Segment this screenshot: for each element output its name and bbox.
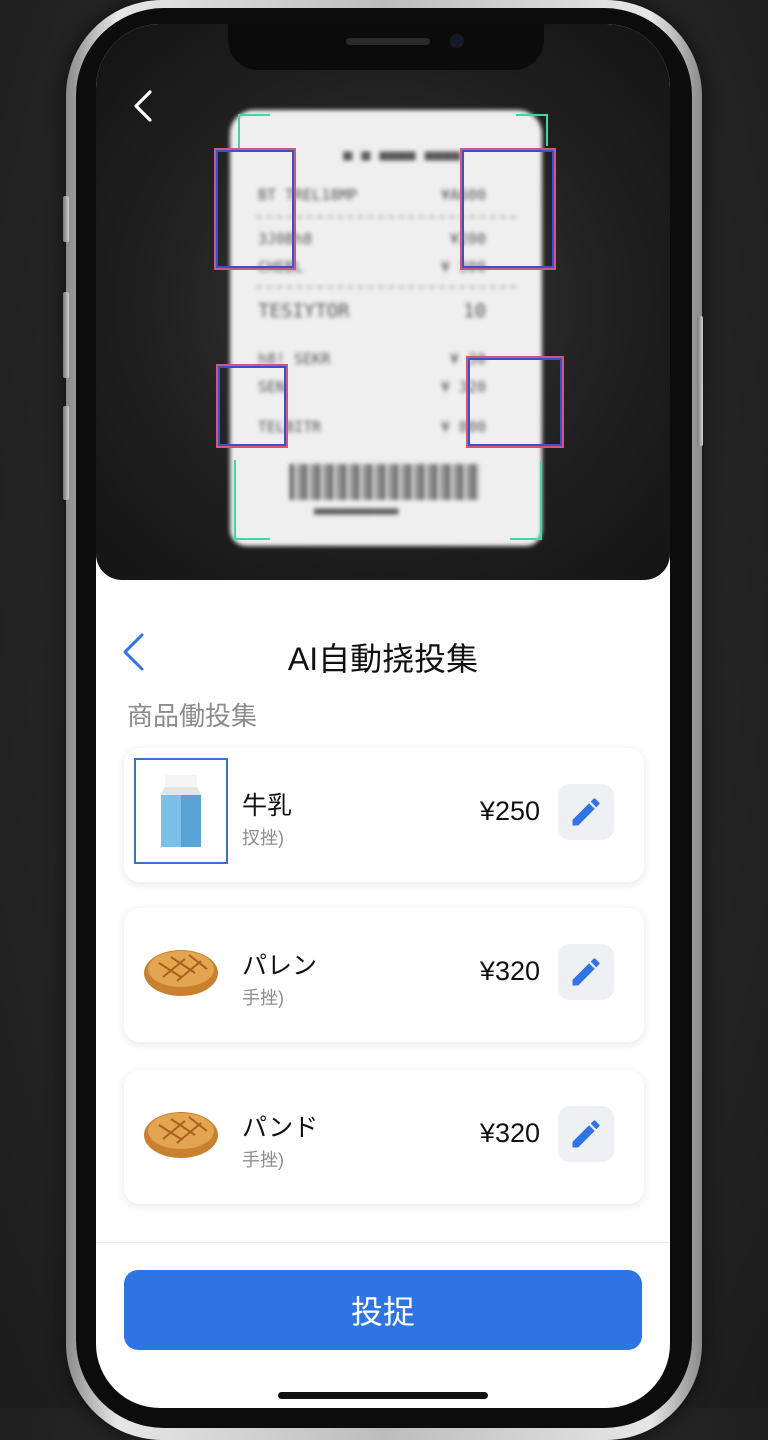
item-subtitle: 手挫) — [242, 988, 284, 1008]
bread-icon — [144, 950, 218, 996]
detection-box — [216, 364, 288, 448]
list-item[interactable]: 牛乳 扠挫) ¥250 — [124, 748, 644, 882]
item-thumbnail — [134, 758, 228, 864]
page-title: AI自動挠投集 — [287, 641, 479, 677]
detection-box — [460, 148, 556, 270]
scan-frame-corner-br — [510, 462, 542, 540]
pencil-icon — [572, 958, 600, 986]
item-subtitle: 扠挫) — [242, 828, 284, 848]
footer-divider — [96, 1242, 670, 1243]
mute-switch — [63, 196, 69, 242]
confirm-button[interactable]: 投捉 — [124, 1270, 642, 1350]
item-price: ¥320 — [479, 1118, 540, 1148]
front-camera — [450, 34, 464, 48]
item-price: ¥250 — [479, 796, 540, 826]
receipt-total-line: TESIYTOR 10 — [258, 300, 486, 322]
item-thumbnail — [134, 918, 228, 1024]
detection-box — [466, 356, 564, 448]
item-name: パレン — [242, 952, 318, 980]
power-button — [697, 316, 703, 446]
edit-button[interactable] — [558, 784, 614, 840]
notch — [228, 24, 544, 70]
edit-button[interactable] — [558, 944, 614, 1000]
edit-button[interactable] — [558, 1106, 614, 1162]
list-item[interactable]: パレン 手挫) ¥320 — [124, 908, 644, 1042]
pencil-icon — [572, 1120, 600, 1148]
volume-down-button — [63, 406, 69, 500]
scan-frame-corner-tr — [516, 114, 548, 146]
item-name: 牛乳 — [242, 792, 293, 820]
item-subtitle: 手挫) — [242, 1150, 284, 1170]
list-item[interactable]: パンド 手挫) ¥320 — [124, 1070, 644, 1204]
milk-carton-icon — [161, 775, 201, 847]
earpiece-speaker — [346, 38, 430, 45]
barcode — [290, 464, 480, 500]
pencil-icon — [572, 798, 600, 826]
item-thumbnail — [134, 1080, 228, 1186]
detection-box — [214, 148, 296, 270]
phone-screen: ■ ■ ■■■■ ■■■■ BT TREL18MP ¥A600 3J0Bh8 ¥20… — [96, 24, 670, 1408]
item-price: ¥320 — [479, 956, 540, 986]
chevron-left-icon[interactable] — [126, 88, 162, 124]
bread-icon — [144, 1112, 218, 1158]
scan-frame-corner-bl — [234, 460, 270, 540]
camera-viewfinder: ■ ■ ■■■■ ■■■■ BT TREL18MP ¥A600 3J0Bh8 ¥20… — [96, 24, 670, 580]
scan-frame-corner-tl — [238, 114, 270, 152]
home-indicator[interactable] — [278, 1392, 488, 1399]
item-name: パンド — [242, 1114, 319, 1142]
receipt-divider — [256, 286, 516, 288]
volume-up-button — [63, 292, 69, 378]
barcode-caption: ■■■■■■■■■■■■■■ — [314, 506, 399, 517]
section-label: 商品働投集 — [127, 701, 258, 731]
